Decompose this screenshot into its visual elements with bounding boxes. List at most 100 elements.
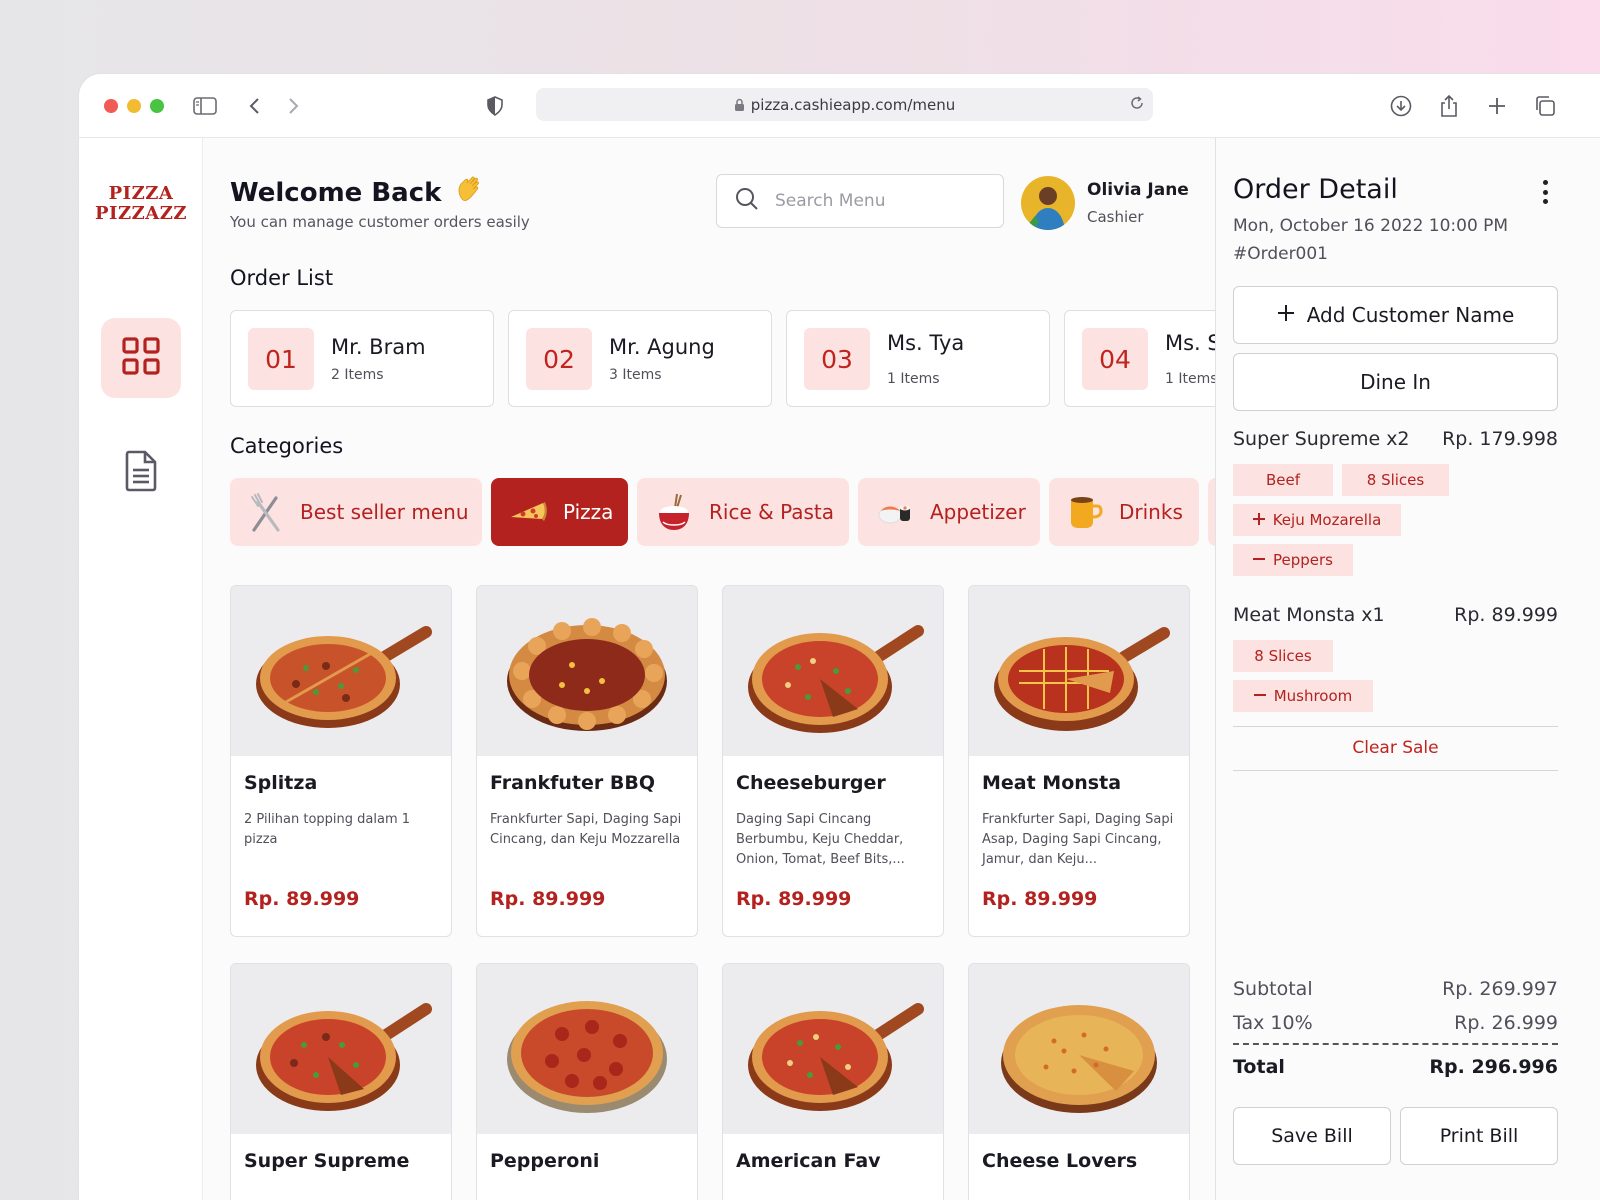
menu-item-price: Rp. 89.999 xyxy=(982,888,1098,910)
tabs-overview-icon[interactable] xyxy=(1531,92,1559,120)
share-icon[interactable] xyxy=(1435,92,1463,120)
order-detail-title: Order Detail xyxy=(1233,174,1398,205)
category-label: Drinks xyxy=(1119,500,1183,524)
menu-card[interactable]: Super Supreme xyxy=(230,963,452,1200)
main-content: Welcome Back You can manage customer ord… xyxy=(203,138,1215,1200)
pizza-image xyxy=(969,586,1189,756)
sushi-icon xyxy=(876,493,914,531)
total-row: Total Rp. 296.996 xyxy=(1233,1056,1558,1078)
subtotal-value: Rp. 269.997 xyxy=(1442,978,1558,1000)
page-subtitle: You can manage customer orders easily xyxy=(230,213,530,231)
category-list: Best seller menu Pizza Rice & Pasta Appe… xyxy=(230,478,1215,546)
add-customer-label: Add Customer Name xyxy=(1306,303,1515,327)
category-drinks[interactable]: Drinks xyxy=(1049,478,1199,546)
tax-value: Rp. 26.999 xyxy=(1454,1012,1558,1034)
divider xyxy=(1233,726,1558,727)
category-label: Pizza xyxy=(563,500,614,524)
order-number: 03 xyxy=(804,328,870,390)
order-card[interactable]: 01 Mr. Bram 2 Items xyxy=(230,310,494,407)
minimize-window-button[interactable] xyxy=(127,99,141,113)
clear-sale-button[interactable]: Clear Sale xyxy=(1233,738,1558,758)
order-card[interactable]: 04 Ms. S 1 Items xyxy=(1064,310,1215,407)
more-options-icon[interactable] xyxy=(1536,180,1554,204)
order-customer-name: Mr. Bram xyxy=(331,335,426,359)
reload-icon[interactable] xyxy=(1129,95,1145,111)
subtotal-row: Subtotal Rp. 269.997 xyxy=(1233,978,1558,1000)
print-bill-button[interactable]: Print Bill xyxy=(1400,1107,1558,1165)
pizza-slice-icon xyxy=(509,493,547,531)
new-tab-plus-icon[interactable] xyxy=(1483,92,1511,120)
tax-label: Tax 10% xyxy=(1233,1012,1313,1034)
order-customer-name: Ms. Tya xyxy=(887,331,965,355)
back-arrow-icon[interactable] xyxy=(241,92,269,120)
sidebar-toggle-icon[interactable] xyxy=(191,92,219,120)
search-box[interactable] xyxy=(716,174,1004,228)
removed-topping-tag: Mushroom xyxy=(1233,680,1373,712)
sidebar-item-menu[interactable] xyxy=(101,318,181,398)
brand-logo: PIZZA PIZZAZZ xyxy=(95,183,187,224)
pizza-image xyxy=(231,964,451,1134)
option-tag: Beef xyxy=(1233,464,1333,496)
minus-icon xyxy=(1253,551,1265,569)
forward-arrow-icon[interactable] xyxy=(279,92,307,120)
order-line-item: Meat Monsta x1 Rp. 89.999 xyxy=(1233,604,1558,626)
order-line-item: Super Supreme x2 Rp. 179.998 xyxy=(1233,428,1558,450)
total-label: Total xyxy=(1233,1056,1285,1078)
search-icon xyxy=(735,187,759,215)
avatar[interactable] xyxy=(1021,176,1075,230)
menu-item-name: Pepperoni xyxy=(490,1150,600,1172)
document-icon xyxy=(124,450,158,496)
menu-card[interactable]: American Fav xyxy=(722,963,944,1200)
order-item-count: 3 Items xyxy=(609,367,662,383)
menu-item-name: American Fav xyxy=(736,1150,881,1172)
order-item-name: Super Supreme x2 xyxy=(1233,428,1410,450)
category-rice-pasta[interactable]: Rice & Pasta xyxy=(637,478,849,546)
user-name: Olivia Jane xyxy=(1087,180,1189,200)
save-bill-button[interactable]: Save Bill xyxy=(1233,1107,1391,1165)
order-card[interactable]: 02 Mr. Agung 3 Items xyxy=(508,310,772,407)
utensils-icon xyxy=(248,493,284,532)
sidebar-item-orders[interactable] xyxy=(101,433,181,513)
add-customer-button[interactable]: Add Customer Name xyxy=(1233,286,1558,344)
category-label: Rice & Pasta xyxy=(709,500,834,524)
menu-item-name: Cheeseburger xyxy=(736,772,886,794)
mug-icon xyxy=(1067,493,1103,531)
maximize-window-button[interactable] xyxy=(150,99,164,113)
order-id: #Order001 xyxy=(1233,244,1329,264)
menu-card[interactable]: Cheese Lovers xyxy=(968,963,1190,1200)
category-appetizer[interactable]: Appetizer xyxy=(858,478,1040,546)
menu-card[interactable]: Pepperoni xyxy=(476,963,698,1200)
order-card[interactable]: 03 Ms. Tya 1 Items xyxy=(786,310,1050,407)
order-item-price: Rp. 179.998 xyxy=(1442,428,1558,450)
menu-item-description: Frankfurter Sapi, Daging Sapi Asap, Dagi… xyxy=(982,812,1174,867)
order-customer-name: Mr. Agung xyxy=(609,335,715,359)
menu-card[interactable]: Cheeseburger Daging Sapi Cincang Berbumb… xyxy=(722,585,944,937)
order-list-title: Order List xyxy=(230,266,334,290)
minus-icon xyxy=(1253,687,1266,705)
category-best-seller[interactable]: Best seller menu xyxy=(230,478,482,546)
menu-card[interactable]: Splitza 2 Pilihan topping dalam 1 pizza … xyxy=(230,585,452,937)
menu-item-name: Splitza xyxy=(244,772,318,794)
dine-in-select[interactable]: Dine In xyxy=(1233,353,1558,411)
privacy-shield-icon[interactable] xyxy=(481,92,509,120)
menu-item-description: 2 Pilihan topping dalam 1 pizza xyxy=(244,812,411,847)
tax-row: Tax 10% Rp. 26.999 xyxy=(1233,1012,1558,1034)
category-more[interactable] xyxy=(1208,478,1215,546)
grid-icon xyxy=(121,336,161,380)
category-label: Appetizer xyxy=(930,500,1026,524)
category-pizza[interactable]: Pizza xyxy=(491,478,628,546)
menu-item-name: Frankfuter BBQ xyxy=(490,772,655,794)
close-window-button[interactable] xyxy=(104,99,118,113)
address-bar[interactable]: pizza.cashieapp.com/menu xyxy=(536,88,1153,121)
menu-item-price: Rp. 89.999 xyxy=(490,888,606,910)
menu-item-name: Super Supreme xyxy=(244,1150,410,1172)
order-list: 01 Mr. Bram 2 Items 02 Mr. Agung 3 Items… xyxy=(230,310,1215,407)
order-item-count: 1 Items xyxy=(887,371,940,387)
divider xyxy=(1233,770,1558,771)
download-icon[interactable] xyxy=(1387,92,1415,120)
order-detail-panel: Order Detail Mon, October 16 2022 10:00 … xyxy=(1215,138,1600,1200)
menu-card[interactable]: Frankfuter BBQ Frankfurter Sapi, Daging … xyxy=(476,585,698,937)
divider xyxy=(1233,1043,1558,1045)
search-input[interactable] xyxy=(775,191,975,211)
menu-card[interactable]: Meat Monsta Frankfurter Sapi, Daging Sap… xyxy=(968,585,1190,937)
